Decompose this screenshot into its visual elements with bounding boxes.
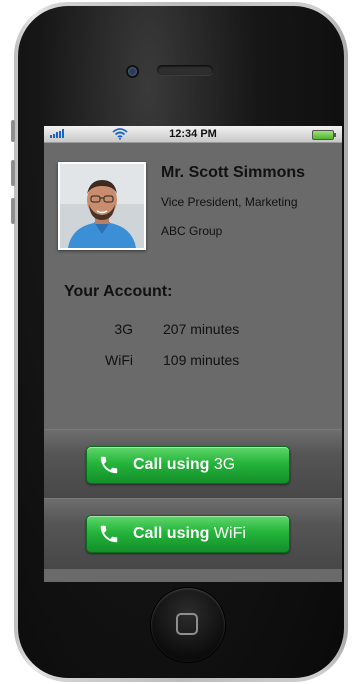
call-prefix: Call using: [133, 525, 210, 542]
contact-avatar: [58, 162, 146, 250]
account-type: 3G: [114, 321, 133, 337]
volume-down-button: [11, 198, 15, 224]
phone-handset-icon: [100, 525, 118, 543]
call-network: WiFi: [213, 525, 246, 542]
home-button[interactable]: [151, 588, 225, 662]
front-camera: [128, 67, 137, 76]
status-bar: 12:34 PM: [44, 126, 342, 143]
contact-name: Mr. Scott Simmons: [161, 164, 306, 181]
call-wifi-band: Call using WiFi: [44, 498, 342, 569]
battery-icon: [312, 130, 336, 140]
phone-handset-icon: [100, 456, 118, 474]
mute-switch: [11, 120, 15, 142]
call-network: 3G: [213, 456, 236, 473]
call-prefix: Call using: [133, 456, 210, 473]
contact-title: Vice President, Marketing: [161, 195, 298, 209]
home-button-icon: [176, 613, 198, 635]
status-time: 12:34 PM: [169, 128, 217, 140]
earpiece-speaker: [157, 65, 213, 75]
call-3g-button[interactable]: Call using 3G: [86, 446, 290, 484]
account-heading: Your Account:: [64, 283, 173, 300]
account-minutes: 207 minutes: [163, 321, 240, 337]
volume-up-button: [11, 160, 15, 186]
account-minutes: 109 minutes: [163, 352, 240, 368]
call-wifi-button[interactable]: Call using WiFi: [86, 515, 290, 553]
contact-company: ABC Group: [161, 224, 223, 238]
account-type: WiFi: [105, 352, 133, 368]
avatar-image: [60, 164, 144, 248]
call-wifi-label: Call using WiFi: [133, 525, 246, 543]
call-3g-label: Call using 3G: [133, 456, 235, 474]
call-3g-band: Call using 3G: [44, 429, 342, 500]
screen: 12:34 PM Mr. Scott Simmons Vice Presiden…: [44, 126, 342, 582]
